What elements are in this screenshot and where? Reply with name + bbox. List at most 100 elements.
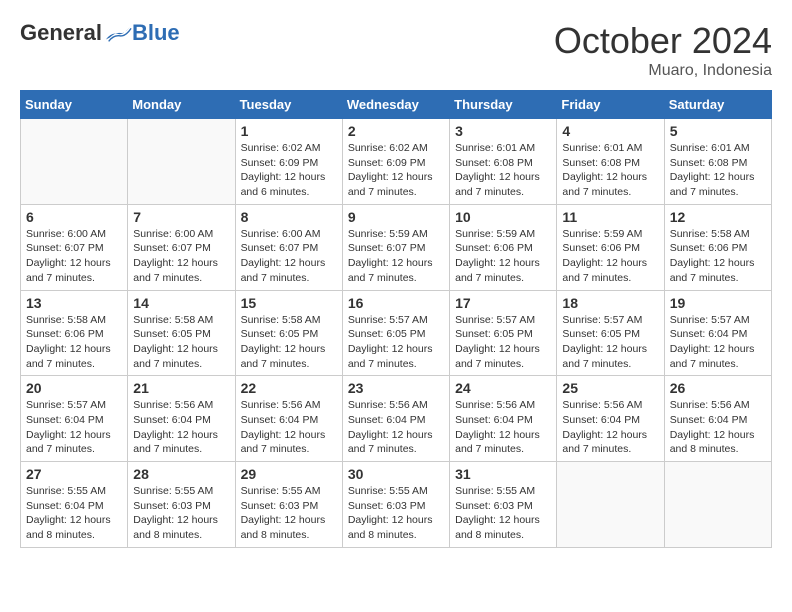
day-number: 20	[26, 380, 122, 396]
table-row: 3Sunrise: 6:01 AM Sunset: 6:08 PM Daylig…	[450, 119, 557, 205]
table-row: 29 Sunrise: 5:55 AM Sunset: 6:03 PM Dayli…	[235, 462, 342, 548]
day-number: 30	[348, 466, 444, 482]
day-info: Sunrise: 5:56 AM Sunset: 6:04 PM Dayligh…	[133, 398, 229, 457]
day-number: 27	[26, 466, 122, 482]
table-row: 26Sunrise: 5:56 AM Sunset: 6:04 PM Dayli…	[664, 376, 771, 462]
month-title: October 2024	[554, 20, 772, 62]
table-row: 23 Sunrise: 5:56 AM Sunset: 6:04 PM Dayli…	[342, 376, 449, 462]
day-number: 16	[348, 295, 444, 311]
day-info: Sunrise: 5:58 AM Sunset: 6:05 PM Dayligh…	[133, 313, 229, 372]
logo: General Blue	[20, 20, 180, 46]
header-tuesday: Tuesday	[235, 91, 342, 119]
table-row	[557, 462, 664, 548]
day-info: Sunrise: 6:02 AM Sunset: 6:09 PM Dayligh…	[241, 141, 337, 200]
day-info: Sunrise: 5:57 AM Sunset: 6:04 PM Dayligh…	[26, 398, 122, 457]
day-number: 11	[562, 209, 658, 225]
day-number: 17	[455, 295, 551, 311]
calendar-week-4: 20 Sunrise: 5:57 AM Sunset: 6:04 PM Dayli…	[21, 376, 772, 462]
day-number: 19	[670, 295, 766, 311]
day-number: 18	[562, 295, 658, 311]
table-row: 31Sunrise: 5:55 AM Sunset: 6:03 PM Dayli…	[450, 462, 557, 548]
day-info: Sunrise: 5:57 AM Sunset: 6:05 PM Dayligh…	[455, 313, 551, 372]
table-row: 25Sunrise: 5:56 AM Sunset: 6:04 PM Dayli…	[557, 376, 664, 462]
location: Muaro, Indonesia	[554, 62, 772, 80]
day-info: Sunrise: 5:57 AM Sunset: 6:05 PM Dayligh…	[562, 313, 658, 372]
day-info: Sunrise: 5:55 AM Sunset: 6:03 PM Dayligh…	[455, 484, 551, 543]
day-number: 10	[455, 209, 551, 225]
day-number: 2	[348, 123, 444, 139]
day-number: 14	[133, 295, 229, 311]
day-info: Sunrise: 5:58 AM Sunset: 6:06 PM Dayligh…	[26, 313, 122, 372]
day-info: Sunrise: 5:56 AM Sunset: 6:04 PM Dayligh…	[348, 398, 444, 457]
calendar-week-3: 13 Sunrise: 5:58 AM Sunset: 6:06 PM Dayli…	[21, 290, 772, 376]
day-info: Sunrise: 6:00 AM Sunset: 6:07 PM Dayligh…	[133, 227, 229, 286]
table-row: 11 Sunrise: 5:59 AM Sunset: 6:06 PM Dayli…	[557, 204, 664, 290]
day-number: 22	[241, 380, 337, 396]
table-row: 24Sunrise: 5:56 AM Sunset: 6:04 PM Dayli…	[450, 376, 557, 462]
table-row: 14 Sunrise: 5:58 AM Sunset: 6:05 PM Dayli…	[128, 290, 235, 376]
day-number: 9	[348, 209, 444, 225]
header-sunday: Sunday	[21, 91, 128, 119]
day-info: Sunrise: 5:55 AM Sunset: 6:03 PM Dayligh…	[133, 484, 229, 543]
day-number: 6	[26, 209, 122, 225]
day-number: 12	[670, 209, 766, 225]
day-info: Sunrise: 5:59 AM Sunset: 6:06 PM Dayligh…	[562, 227, 658, 286]
day-number: 4	[562, 123, 658, 139]
table-row: 18 Sunrise: 5:57 AM Sunset: 6:05 PM Dayli…	[557, 290, 664, 376]
calendar-table: Sunday Monday Tuesday Wednesday Thursday…	[20, 90, 772, 548]
table-row: 1 Sunrise: 6:02 AM Sunset: 6:09 PM Daylig…	[235, 119, 342, 205]
day-info: Sunrise: 5:58 AM Sunset: 6:05 PM Dayligh…	[241, 313, 337, 372]
day-number: 15	[241, 295, 337, 311]
day-info: Sunrise: 5:55 AM Sunset: 6:03 PM Dayligh…	[348, 484, 444, 543]
logo-general-text: General	[20, 20, 102, 46]
day-number: 28	[133, 466, 229, 482]
table-row: 15 Sunrise: 5:58 AM Sunset: 6:05 PM Dayli…	[235, 290, 342, 376]
table-row: 21 Sunrise: 5:56 AM Sunset: 6:04 PM Dayli…	[128, 376, 235, 462]
day-info: Sunrise: 5:59 AM Sunset: 6:06 PM Dayligh…	[455, 227, 551, 286]
day-number: 21	[133, 380, 229, 396]
table-row: 20 Sunrise: 5:57 AM Sunset: 6:04 PM Dayli…	[21, 376, 128, 462]
table-row: 9 Sunrise: 5:59 AM Sunset: 6:07 PM Daylig…	[342, 204, 449, 290]
header-thursday: Thursday	[450, 91, 557, 119]
table-row	[128, 119, 235, 205]
day-info: Sunrise: 5:57 AM Sunset: 6:05 PM Dayligh…	[348, 313, 444, 372]
day-info: Sunrise: 5:56 AM Sunset: 6:04 PM Dayligh…	[562, 398, 658, 457]
day-info: Sunrise: 5:56 AM Sunset: 6:04 PM Dayligh…	[670, 398, 766, 457]
day-info: Sunrise: 5:56 AM Sunset: 6:04 PM Dayligh…	[241, 398, 337, 457]
page-header: General Blue October 2024 Muaro, Indones…	[20, 20, 772, 80]
header-wednesday: Wednesday	[342, 91, 449, 119]
table-row: 16 Sunrise: 5:57 AM Sunset: 6:05 PM Dayli…	[342, 290, 449, 376]
day-number: 23	[348, 380, 444, 396]
day-number: 29	[241, 466, 337, 482]
calendar-week-1: 1 Sunrise: 6:02 AM Sunset: 6:09 PM Daylig…	[21, 119, 772, 205]
day-info: Sunrise: 5:59 AM Sunset: 6:07 PM Dayligh…	[348, 227, 444, 286]
day-info: Sunrise: 6:01 AM Sunset: 6:08 PM Dayligh…	[562, 141, 658, 200]
table-row: 30 Sunrise: 5:55 AM Sunset: 6:03 PM Dayli…	[342, 462, 449, 548]
day-number: 5	[670, 123, 766, 139]
day-number: 24	[455, 380, 551, 396]
day-info: Sunrise: 5:57 AM Sunset: 6:04 PM Dayligh…	[670, 313, 766, 372]
table-row	[664, 462, 771, 548]
header-monday: Monday	[128, 91, 235, 119]
table-row: 12Sunrise: 5:58 AM Sunset: 6:06 PM Dayli…	[664, 204, 771, 290]
day-info: Sunrise: 5:55 AM Sunset: 6:04 PM Dayligh…	[26, 484, 122, 543]
day-number: 13	[26, 295, 122, 311]
table-row: 13 Sunrise: 5:58 AM Sunset: 6:06 PM Dayli…	[21, 290, 128, 376]
logo-blue-text: Blue	[132, 20, 180, 46]
title-section: October 2024 Muaro, Indonesia	[554, 20, 772, 80]
day-number: 3	[455, 123, 551, 139]
header-saturday: Saturday	[664, 91, 771, 119]
day-number: 1	[241, 123, 337, 139]
table-row	[21, 119, 128, 205]
day-info: Sunrise: 6:00 AM Sunset: 6:07 PM Dayligh…	[241, 227, 337, 286]
table-row: 10 Sunrise: 5:59 AM Sunset: 6:06 PM Dayli…	[450, 204, 557, 290]
day-number: 8	[241, 209, 337, 225]
calendar-week-5: 27 Sunrise: 5:55 AM Sunset: 6:04 PM Dayli…	[21, 462, 772, 548]
day-info: Sunrise: 5:55 AM Sunset: 6:03 PM Dayligh…	[241, 484, 337, 543]
header-friday: Friday	[557, 91, 664, 119]
table-row: 8 Sunrise: 6:00 AM Sunset: 6:07 PM Daylig…	[235, 204, 342, 290]
day-info: Sunrise: 6:01 AM Sunset: 6:08 PM Dayligh…	[670, 141, 766, 200]
table-row: 27 Sunrise: 5:55 AM Sunset: 6:04 PM Dayli…	[21, 462, 128, 548]
calendar-header-row: Sunday Monday Tuesday Wednesday Thursday…	[21, 91, 772, 119]
table-row: 5 Sunrise: 6:01 AM Sunset: 6:08 PM Daylig…	[664, 119, 771, 205]
